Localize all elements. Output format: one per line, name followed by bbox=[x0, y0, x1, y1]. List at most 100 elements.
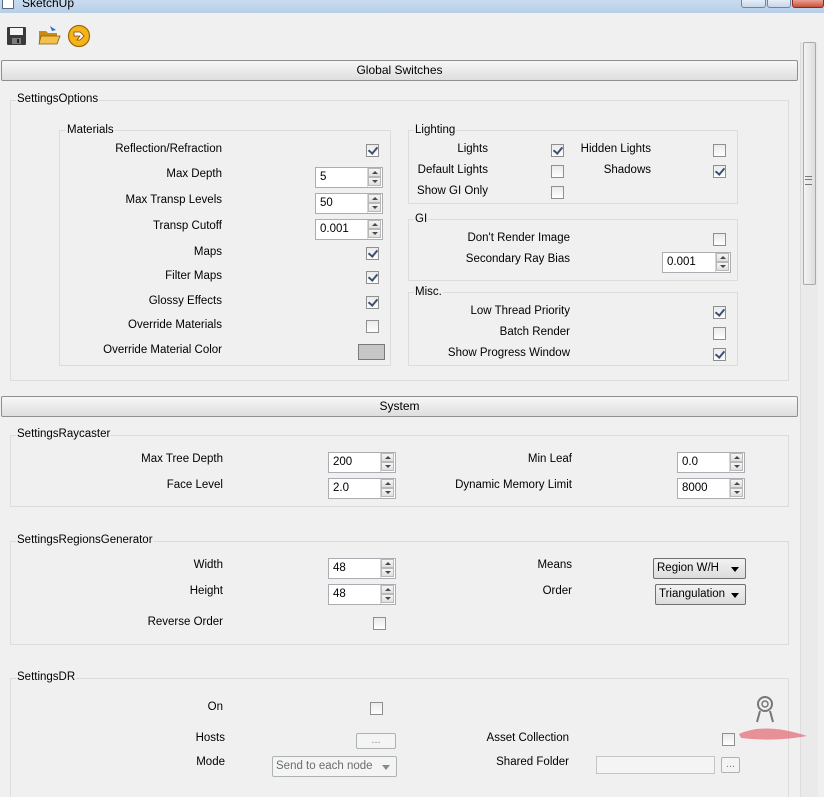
shared-folder-label: Shared Folder bbox=[496, 756, 569, 768]
spin-down-icon bbox=[716, 262, 729, 271]
section-system[interactable]: System bbox=[1, 396, 798, 417]
max-depth-spinbox[interactable]: 5 bbox=[315, 167, 383, 188]
show-gi-only-checkbox[interactable] bbox=[551, 186, 564, 199]
shadows-checkbox[interactable] bbox=[713, 165, 726, 178]
sketchup-logo-icon[interactable] bbox=[67, 24, 91, 48]
max-transp-levels-spinbox[interactable]: 50 bbox=[315, 193, 383, 214]
misc-title: Misc. bbox=[414, 286, 443, 298]
spin-up-icon bbox=[381, 453, 394, 462]
height-spinbox[interactable]: 48 bbox=[328, 584, 396, 605]
override-materials-checkbox[interactable] bbox=[366, 320, 379, 333]
asset-collection-label: Asset Collection bbox=[486, 732, 569, 744]
default-lights-checkbox[interactable] bbox=[551, 165, 564, 178]
vertical-scrollbar[interactable] bbox=[800, 42, 818, 797]
dynamic-memory-limit-label: Dynamic Memory Limit bbox=[455, 479, 572, 491]
max-depth-label: Max Depth bbox=[166, 168, 222, 180]
hidden-lights-checkbox[interactable] bbox=[713, 144, 726, 157]
window-title-bar: SketchUp bbox=[0, 0, 824, 13]
show-progress-window-label: Show Progress Window bbox=[447, 347, 570, 359]
override-material-color-label: Override Material Color bbox=[103, 344, 222, 356]
window-title: SketchUp bbox=[22, 0, 75, 10]
section-global-switches[interactable]: Global Switches bbox=[1, 60, 798, 81]
show-progress-window-checkbox[interactable] bbox=[713, 348, 726, 361]
glossy-effects-checkbox[interactable] bbox=[366, 296, 379, 309]
min-leaf-label: Min Leaf bbox=[527, 453, 572, 465]
batch-render-label: Batch Render bbox=[499, 326, 570, 338]
face-level-label: Face Level bbox=[166, 479, 223, 491]
watermark-logo-icon bbox=[735, 692, 810, 747]
transp-cutoff-label: Transp Cutoff bbox=[152, 220, 222, 232]
chevron-down-icon bbox=[382, 765, 390, 770]
maps-checkbox[interactable] bbox=[366, 247, 379, 260]
regions-generator-title: SettingsRegionsGenerator bbox=[16, 534, 154, 546]
lighting-title: Lighting bbox=[414, 124, 457, 136]
spin-up-icon bbox=[368, 220, 381, 229]
glossy-effects-label: Glossy Effects bbox=[148, 295, 222, 307]
show-gi-only-label: Show GI Only bbox=[417, 185, 488, 197]
max-tree-depth-label: Max Tree Depth bbox=[141, 453, 223, 465]
spin-up-icon bbox=[730, 453, 743, 462]
save-icon[interactable] bbox=[5, 24, 29, 48]
hosts-browse-button[interactable]: ... bbox=[356, 733, 396, 749]
lights-checkbox[interactable] bbox=[551, 144, 564, 157]
hidden-lights-label: Hidden Lights bbox=[580, 143, 651, 155]
secondary-ray-bias-spinbox[interactable]: 0.001 bbox=[662, 252, 731, 273]
spin-down-icon bbox=[368, 229, 381, 238]
lights-label: Lights bbox=[457, 143, 488, 155]
dr-on-checkbox[interactable] bbox=[370, 702, 383, 715]
mode-label: Mode bbox=[196, 756, 225, 768]
raycaster-title: SettingsRaycaster bbox=[16, 428, 112, 440]
reverse-order-checkbox[interactable] bbox=[373, 617, 386, 630]
close-button[interactable] bbox=[792, 0, 824, 8]
asset-collection-checkbox[interactable] bbox=[722, 733, 735, 746]
shared-folder-input[interactable] bbox=[596, 756, 715, 774]
spin-down-icon bbox=[381, 462, 394, 471]
scrollbar-grip-icon bbox=[805, 176, 812, 185]
dynamic-memory-limit-spinbox[interactable]: 8000 bbox=[677, 478, 745, 499]
app-icon bbox=[2, 0, 14, 9]
open-folder-icon[interactable] bbox=[37, 24, 61, 48]
maps-label: Maps bbox=[193, 246, 222, 258]
transp-cutoff-spinbox[interactable]: 0.001 bbox=[315, 219, 383, 240]
shared-folder-browse-button[interactable]: ... bbox=[721, 757, 740, 773]
width-spinbox[interactable]: 48 bbox=[328, 558, 396, 579]
spin-down-icon bbox=[381, 594, 394, 603]
means-dropdown[interactable]: Region W/H bbox=[653, 558, 746, 579]
scrollbar-thumb[interactable] bbox=[803, 42, 816, 285]
batch-render-checkbox[interactable] bbox=[713, 327, 726, 340]
face-level-spinbox[interactable]: 2.0 bbox=[328, 478, 396, 499]
width-label: Width bbox=[193, 559, 223, 571]
spin-up-icon bbox=[716, 253, 729, 262]
filter-maps-checkbox[interactable] bbox=[366, 271, 379, 284]
chevron-down-icon bbox=[731, 593, 739, 598]
spin-up-icon bbox=[730, 479, 743, 488]
reflection-refraction-checkbox[interactable] bbox=[366, 144, 379, 157]
filter-maps-label: Filter Maps bbox=[165, 270, 222, 282]
reflection-refraction-label: Reflection/Refraction bbox=[115, 143, 222, 155]
max-tree-depth-spinbox[interactable]: 200 bbox=[328, 452, 396, 473]
spin-down-icon bbox=[730, 462, 743, 471]
spin-down-icon bbox=[368, 203, 381, 212]
spin-down-icon bbox=[381, 488, 394, 497]
spin-up-icon bbox=[381, 479, 394, 488]
means-label: Means bbox=[537, 559, 572, 571]
override-material-color-swatch[interactable] bbox=[358, 344, 385, 360]
mode-dropdown[interactable]: Send to each node bbox=[272, 756, 397, 777]
min-leaf-spinbox[interactable]: 0.0 bbox=[677, 452, 745, 473]
spin-up-icon bbox=[381, 559, 394, 568]
dont-render-image-checkbox[interactable] bbox=[713, 233, 726, 246]
gi-title: GI bbox=[414, 213, 429, 225]
materials-title: Materials bbox=[66, 124, 115, 136]
spin-down-icon bbox=[730, 488, 743, 497]
maximize-button[interactable] bbox=[767, 0, 791, 8]
order-label: Order bbox=[542, 585, 572, 597]
secondary-ray-bias-label: Secondary Ray Bias bbox=[465, 253, 570, 265]
default-lights-label: Default Lights bbox=[417, 164, 488, 176]
minimize-button[interactable] bbox=[741, 0, 766, 8]
toolbar bbox=[0, 13, 824, 57]
shadows-label: Shadows bbox=[603, 164, 651, 176]
order-dropdown[interactable]: Triangulation bbox=[655, 584, 746, 605]
dont-render-image-label: Don't Render Image bbox=[467, 232, 570, 244]
low-thread-priority-checkbox[interactable] bbox=[713, 306, 726, 319]
spin-up-icon bbox=[381, 585, 394, 594]
